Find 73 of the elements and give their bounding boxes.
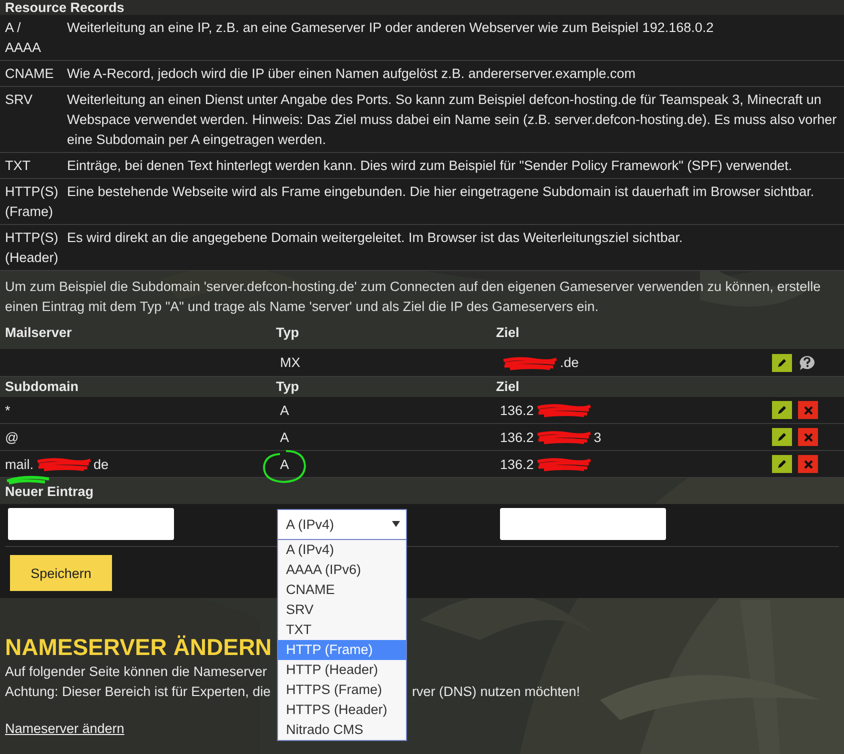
redaction-scribble bbox=[36, 456, 92, 472]
record-type: TXT bbox=[5, 157, 32, 175]
type-dropdown[interactable]: A (IPv4) bbox=[277, 508, 407, 540]
nameserver-link[interactable]: Nameserver ändern bbox=[5, 721, 124, 736]
redaction-scribble bbox=[536, 429, 592, 445]
dropdown-option[interactable]: TXT bbox=[278, 620, 406, 640]
section-title: Neuer Eintrag bbox=[4, 483, 95, 501]
record-type: HTTP(S) (Header) bbox=[5, 229, 60, 267]
pencil-icon bbox=[777, 405, 787, 415]
column-header: Ziel bbox=[496, 325, 520, 341]
cell-text: 136.2 bbox=[500, 402, 534, 418]
record-type: HTTP(S) (Frame) bbox=[5, 183, 60, 221]
body-text: Auf folgender Seite können die Nameserver bbox=[5, 664, 267, 679]
cell-text: A bbox=[280, 402, 290, 418]
cell-text: MX bbox=[280, 355, 300, 370]
delete-button[interactable] bbox=[798, 428, 818, 446]
edit-button[interactable] bbox=[772, 401, 792, 419]
cell-text: mail. bbox=[5, 456, 34, 472]
help-icon[interactable] bbox=[798, 354, 816, 370]
body-text: rver (DNS) nutzen möchten! bbox=[412, 684, 580, 699]
edit-button[interactable] bbox=[772, 455, 792, 473]
cell-text: A bbox=[280, 456, 290, 472]
dropdown-option[interactable]: AAAA (IPv6) bbox=[278, 560, 406, 580]
record-type: A / AAAA bbox=[5, 19, 42, 57]
cross-icon bbox=[804, 406, 812, 414]
column-header: Subdomain bbox=[5, 379, 80, 395]
record-type: CNAME bbox=[5, 65, 55, 83]
record-description: Weiterleitung an einen Dienst unter Angabe des Ports. So kann zum Beispiel defcon-hosting.de für Teamspeak 3, Minecraft un Webspace verwendet werden. Hinweis: Das Ziel muss dabei ein Name sein (z.B. server.defcon-hosting.de). Es muss also vorher eine Subdomain per A eingetragen werden. bbox=[67, 91, 838, 149]
cell-text: * bbox=[5, 402, 10, 418]
redaction-scribble bbox=[536, 402, 592, 418]
redaction-scribble bbox=[536, 456, 592, 472]
record-description: Es wird direkt an die angegebene Domain weitergeleitet. Im Browser ist das Weiterleitungsziel sichtbar. bbox=[67, 229, 684, 247]
delete-button[interactable] bbox=[798, 455, 818, 473]
edit-button[interactable] bbox=[772, 428, 792, 446]
cell-text: @ bbox=[5, 430, 19, 444]
column-header: Typ bbox=[276, 379, 300, 395]
delete-button[interactable] bbox=[798, 401, 818, 419]
body-text: Achtung: Dieser Bereich ist für Experten, die bbox=[5, 684, 271, 699]
pencil-icon bbox=[777, 459, 787, 469]
cell-text: 136.2 bbox=[500, 430, 534, 444]
edit-button[interactable] bbox=[772, 354, 792, 372]
cell-text: de bbox=[94, 456, 109, 472]
cell-text: 3 bbox=[594, 430, 602, 444]
section-heading: NAMESERVER ÄNDERN bbox=[5, 633, 272, 662]
pencil-icon bbox=[777, 432, 787, 442]
dropdown-option[interactable]: HTTPS (Header) bbox=[278, 700, 406, 720]
cell-text: .de bbox=[560, 355, 579, 370]
name-field[interactable] bbox=[8, 508, 174, 540]
cross-icon bbox=[804, 432, 812, 442]
info-text: Um zum Beispiel die Subdomain 'server.defcon-hosting.de' zum Connecten auf den eigenen Gameserver verwenden zu können, erstelle einen Eintrag mit dem Typ "A" und trage als Name 'server' und als Ziel die IP des Gameservers ein. bbox=[4, 278, 822, 316]
dropdown-option[interactable]: HTTP (Header) bbox=[278, 660, 406, 680]
redaction-scribble bbox=[502, 354, 558, 370]
cell-text: 136.2 bbox=[500, 456, 534, 472]
dropdown-option[interactable]: Nitrado CMS bbox=[278, 720, 406, 740]
record-description: Wie A-Record, jedoch wird die IP über einen Namen aufgelöst z.B. andererserver.example.com bbox=[67, 65, 637, 83]
column-header: Ziel bbox=[496, 379, 520, 395]
record-description: Eine bestehende Webseite wird als Frame eingebunden. Die hier eingetragene Subdomain ist dauerhaft im Browser sichtbar. bbox=[67, 183, 816, 201]
pencil-icon bbox=[777, 358, 787, 368]
column-header: Typ bbox=[276, 325, 300, 341]
section-title: Resource Records bbox=[4, 0, 126, 15]
record-type: SRV bbox=[5, 91, 34, 109]
column-header: Mailserver bbox=[5, 325, 73, 341]
caret-icon bbox=[392, 521, 400, 527]
dropdown-option[interactable]: CNAME bbox=[278, 580, 406, 600]
cell-text: A bbox=[280, 430, 290, 444]
dropdown-option[interactable]: HTTPS (Frame) bbox=[278, 680, 406, 700]
record-description: Weiterleitung an eine IP, z.B. an eine Gameserver IP oder anderen Webserver wie zum Beispiel 192.168.0.2 bbox=[67, 19, 715, 37]
record-description: Einträge, bei denen Text hinterlegt werden kann. Dies wird zum Beispiel für "Sender Policy Framework" (SPF) verwendet. bbox=[67, 157, 794, 175]
dropdown-option[interactable]: A (IPv4) bbox=[278, 540, 406, 560]
cross-icon bbox=[804, 460, 812, 468]
save-button[interactable]: Speichern bbox=[10, 555, 112, 591]
target-field[interactable] bbox=[500, 508, 666, 540]
dropdown-option[interactable]: SRV bbox=[278, 600, 406, 620]
